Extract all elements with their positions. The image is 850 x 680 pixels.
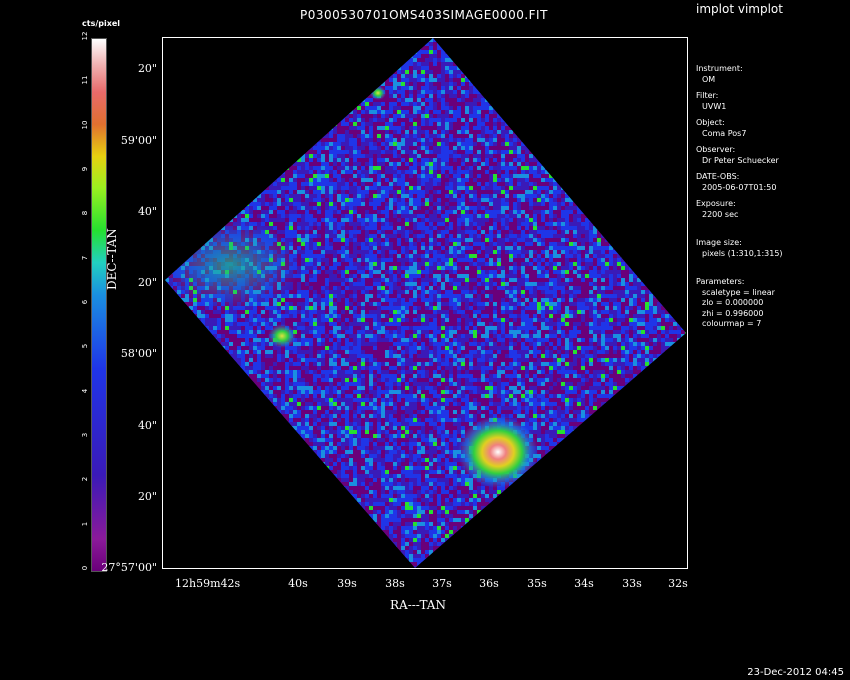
x-tick-label: 32s <box>668 577 688 590</box>
y-tick-label: 40" <box>137 205 157 218</box>
object-value: Coma Pos7 <box>702 128 747 138</box>
observer-value: Dr Peter Schuecker <box>702 155 779 165</box>
y-tick-label: 20" <box>137 490 157 503</box>
imagesize-value: pixels (1:310,1:315) <box>702 248 783 258</box>
footer-timestamp: 23-Dec-2012 04:45 <box>747 667 844 678</box>
y-tick-label: 40" <box>137 419 157 432</box>
exposure-label: Exposure: <box>696 199 736 208</box>
y-tick-label: 58'00" <box>120 347 157 360</box>
exposure-value: 2200 sec <box>702 209 739 219</box>
filter-value: UVW1 <box>702 101 727 111</box>
y-axis-title: DEC--TAN <box>105 228 119 290</box>
y-tick-label: 59'00" <box>120 134 157 147</box>
plot-frame <box>162 37 688 569</box>
x-axis-title: RA---TAN <box>390 598 446 612</box>
instrument-label: Instrument: <box>696 64 743 73</box>
params-label: Parameters: <box>696 277 745 286</box>
object-label: Object: <box>696 118 725 127</box>
x-tick-label: 12h59m42s <box>175 577 241 590</box>
date-label: DATE-OBS: <box>696 172 740 181</box>
observer-label: Observer: <box>696 145 736 154</box>
colourmap-value: colourmap = 7 <box>702 319 762 328</box>
zlo-value: zlo = 0.000000 <box>702 298 764 307</box>
instrument-value: OM <box>702 74 716 84</box>
info-panel: Instrument: OM Filter: UVW1 Object: Coma… <box>696 58 846 330</box>
y-tick-label: 20" <box>137 62 157 75</box>
y-tick-label: 27°57'00" <box>101 561 157 574</box>
date-value: 2005-06-07T01:50 <box>702 182 777 192</box>
imagesize-label: Image size: <box>696 238 742 247</box>
filter-label: Filter: <box>696 91 719 100</box>
scaletype-value: scaletype = linear <box>702 287 775 297</box>
zhi-value: zhi = 0.996000 <box>702 308 764 318</box>
